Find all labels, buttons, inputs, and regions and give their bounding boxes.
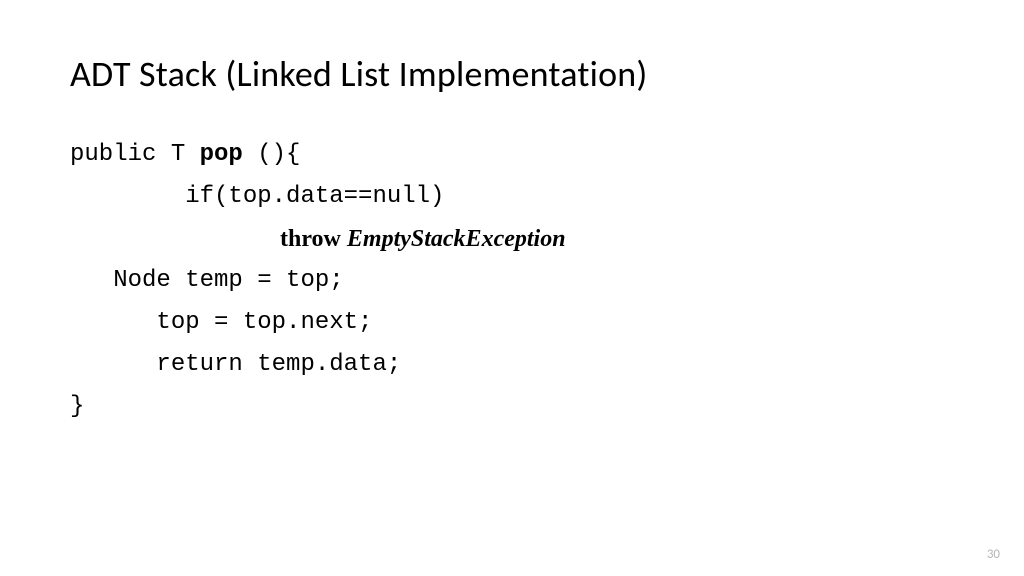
code-line-2: if(top.data==null) [70,176,954,218]
method-name: pop [200,141,243,168]
code-line-1: public T pop (){ [70,134,954,176]
code-block: public T pop (){ if(top.data==null) thro… [70,134,954,428]
code-line-6: return temp.data; [70,344,954,386]
code-line-3: throw EmptyStackException [70,218,954,260]
code-line-5: top = top.next; [70,302,954,344]
code-text: (){ [243,141,301,168]
code-line-7: } [70,386,954,428]
slide-content: ADT Stack (Linked List Implementation) p… [0,0,1024,576]
slide-title: ADT Stack (Linked List Implementation) [70,52,954,96]
throw-keyword: throw [280,226,347,252]
code-line-4: Node temp = top; [70,260,954,302]
page-number: 30 [987,547,1000,562]
exception-name: EmptyStackException [347,226,566,252]
code-text: public T [70,141,200,168]
